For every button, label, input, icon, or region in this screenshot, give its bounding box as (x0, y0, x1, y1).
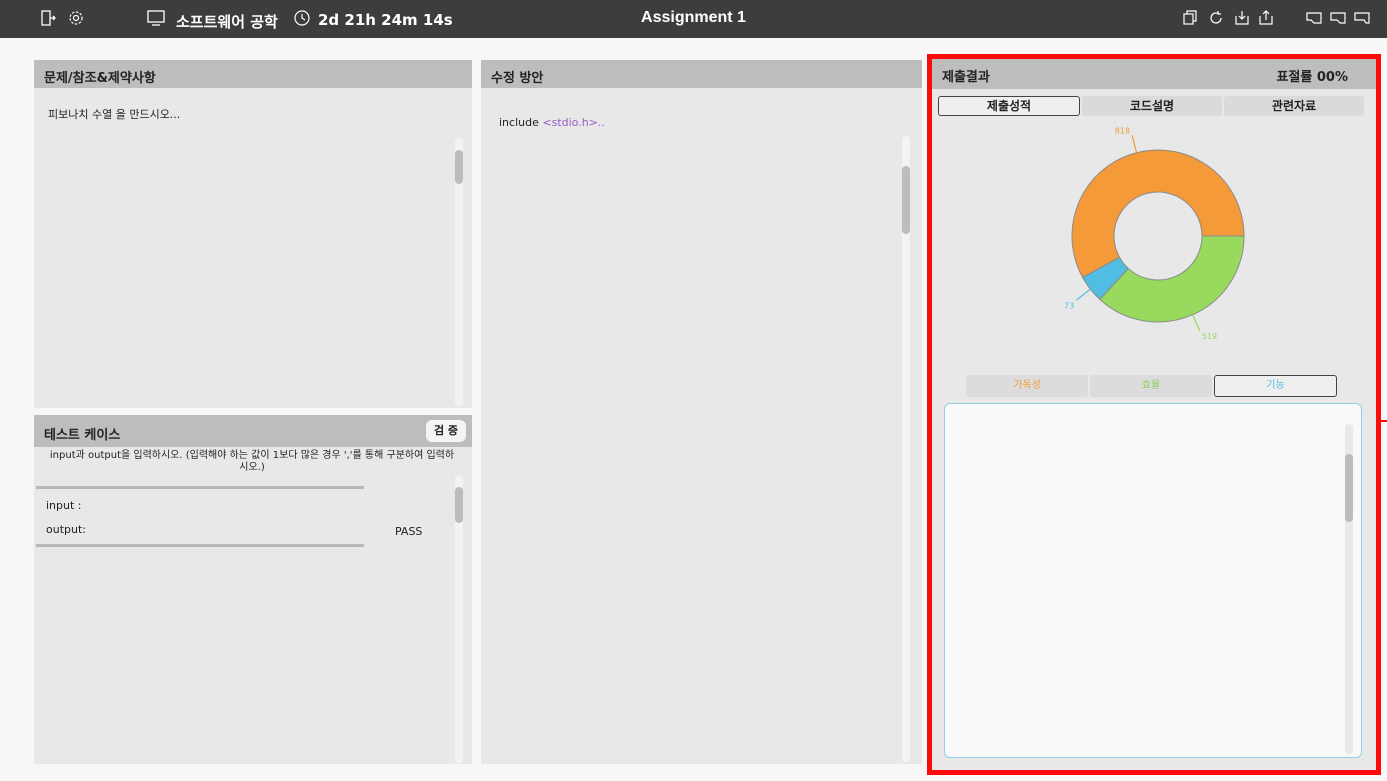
remaining-time: 2d 21h 24m 14s (318, 11, 453, 29)
copy-icon[interactable] (1180, 8, 1200, 28)
output-label[interactable]: output: (46, 523, 86, 536)
problem-header: 문제/참조&제약사항 (34, 60, 472, 88)
monitor-icon (146, 8, 166, 28)
course-name: 소프트웨어 공학 (176, 13, 278, 31)
testcase-header: 테스트 케이스 (34, 415, 472, 447)
problem-scrollbar[interactable] (455, 138, 463, 406)
fix-scroll-thumb[interactable] (902, 166, 910, 234)
refresh-icon[interactable] (1206, 8, 1226, 28)
divider (36, 544, 364, 547)
code-text: include (499, 116, 543, 129)
testcase-panel: 테스트 케이스 검 증 input과 output을 입력하시오. (입력해야 … (34, 415, 472, 764)
problem-text: 피보나치 수열 을 만드시오... (48, 108, 181, 121)
fix-scrollbar[interactable] (902, 136, 910, 762)
fix-header: 수정 방안 (481, 60, 922, 88)
divider (36, 486, 364, 489)
testcase-scroll-thumb[interactable] (455, 487, 463, 523)
timer-icon (292, 8, 312, 28)
download-icon[interactable] (1232, 8, 1252, 28)
verify-button[interactable]: 검 증 (426, 420, 466, 442)
code-editor[interactable]: include <stdio.h>.. (499, 116, 605, 129)
top-bar: 소프트웨어 공학 2d 21h 24m 14s Assignment 1 (0, 0, 1387, 38)
layout-center-icon[interactable] (1328, 8, 1348, 28)
testcase-scrollbar[interactable] (455, 475, 463, 763)
problem-panel: 문제/참조&제약사항 피보나치 수열 을 만드시오... (34, 60, 472, 408)
code-highlight: <stdio.h>.. (542, 116, 605, 129)
testcase-title: 테스트 케이스 (44, 428, 121, 443)
layout-right-icon[interactable] (1352, 8, 1372, 28)
testcase-instruction: input과 output을 입력하시오. (입력해야 하는 값이 1보다 많은… (49, 450, 455, 473)
fix-panel: 수정 방안 include <stdio.h>.. (481, 60, 922, 764)
highlight-pointer (1381, 420, 1387, 422)
input-label[interactable]: input : (46, 499, 82, 512)
test-result-status: PASS (395, 525, 423, 538)
layout-left-icon[interactable] (1304, 8, 1324, 28)
exit-icon[interactable] (38, 8, 58, 28)
gear-icon[interactable] (66, 8, 86, 28)
result-highlight-box (927, 54, 1381, 775)
problem-scroll-thumb[interactable] (455, 150, 463, 184)
upload-icon[interactable] (1256, 8, 1276, 28)
